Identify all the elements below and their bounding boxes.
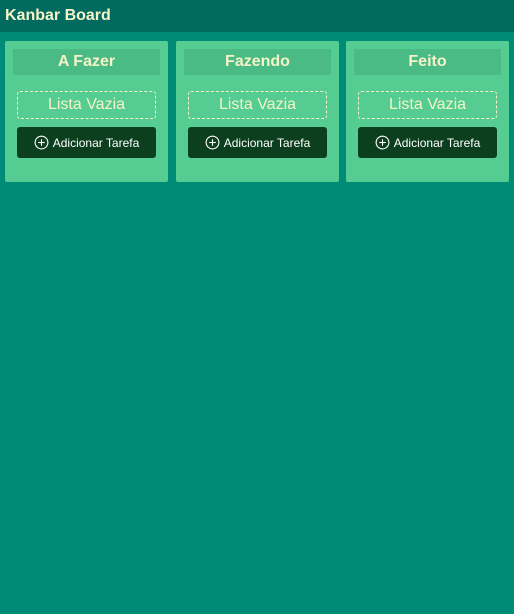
column-title: Feito xyxy=(354,49,501,75)
add-task-label: Adicionar Tarefa xyxy=(52,135,140,150)
empty-list-placeholder: Lista Vazia xyxy=(17,91,156,119)
column-title: Fazendo xyxy=(184,49,331,75)
add-task-button[interactable]: Adicionar Tarefa xyxy=(358,127,497,158)
add-task-button[interactable]: Adicionar Tarefa xyxy=(17,127,156,158)
kanban-board: A Fazer Lista Vazia Adicionar Tarefa Faz… xyxy=(5,41,509,182)
add-task-button[interactable]: Adicionar Tarefa xyxy=(188,127,327,158)
column-title: A Fazer xyxy=(13,49,160,75)
column-todo: A Fazer Lista Vazia Adicionar Tarefa xyxy=(5,41,168,182)
app-title: Kanbar Board xyxy=(5,7,111,24)
plus-circle-icon xyxy=(34,135,49,150)
column-doing: Fazendo Lista Vazia Adicionar Tarefa xyxy=(176,41,339,182)
empty-list-placeholder: Lista Vazia xyxy=(358,91,497,119)
plus-circle-icon xyxy=(205,135,220,150)
empty-list-placeholder: Lista Vazia xyxy=(188,91,327,119)
add-task-label: Adicionar Tarefa xyxy=(223,135,311,150)
plus-circle-icon xyxy=(375,135,390,150)
app-header: Kanbar Board xyxy=(0,0,514,32)
add-task-label: Adicionar Tarefa xyxy=(393,135,481,150)
column-done: Feito Lista Vazia Adicionar Tarefa xyxy=(346,41,509,182)
